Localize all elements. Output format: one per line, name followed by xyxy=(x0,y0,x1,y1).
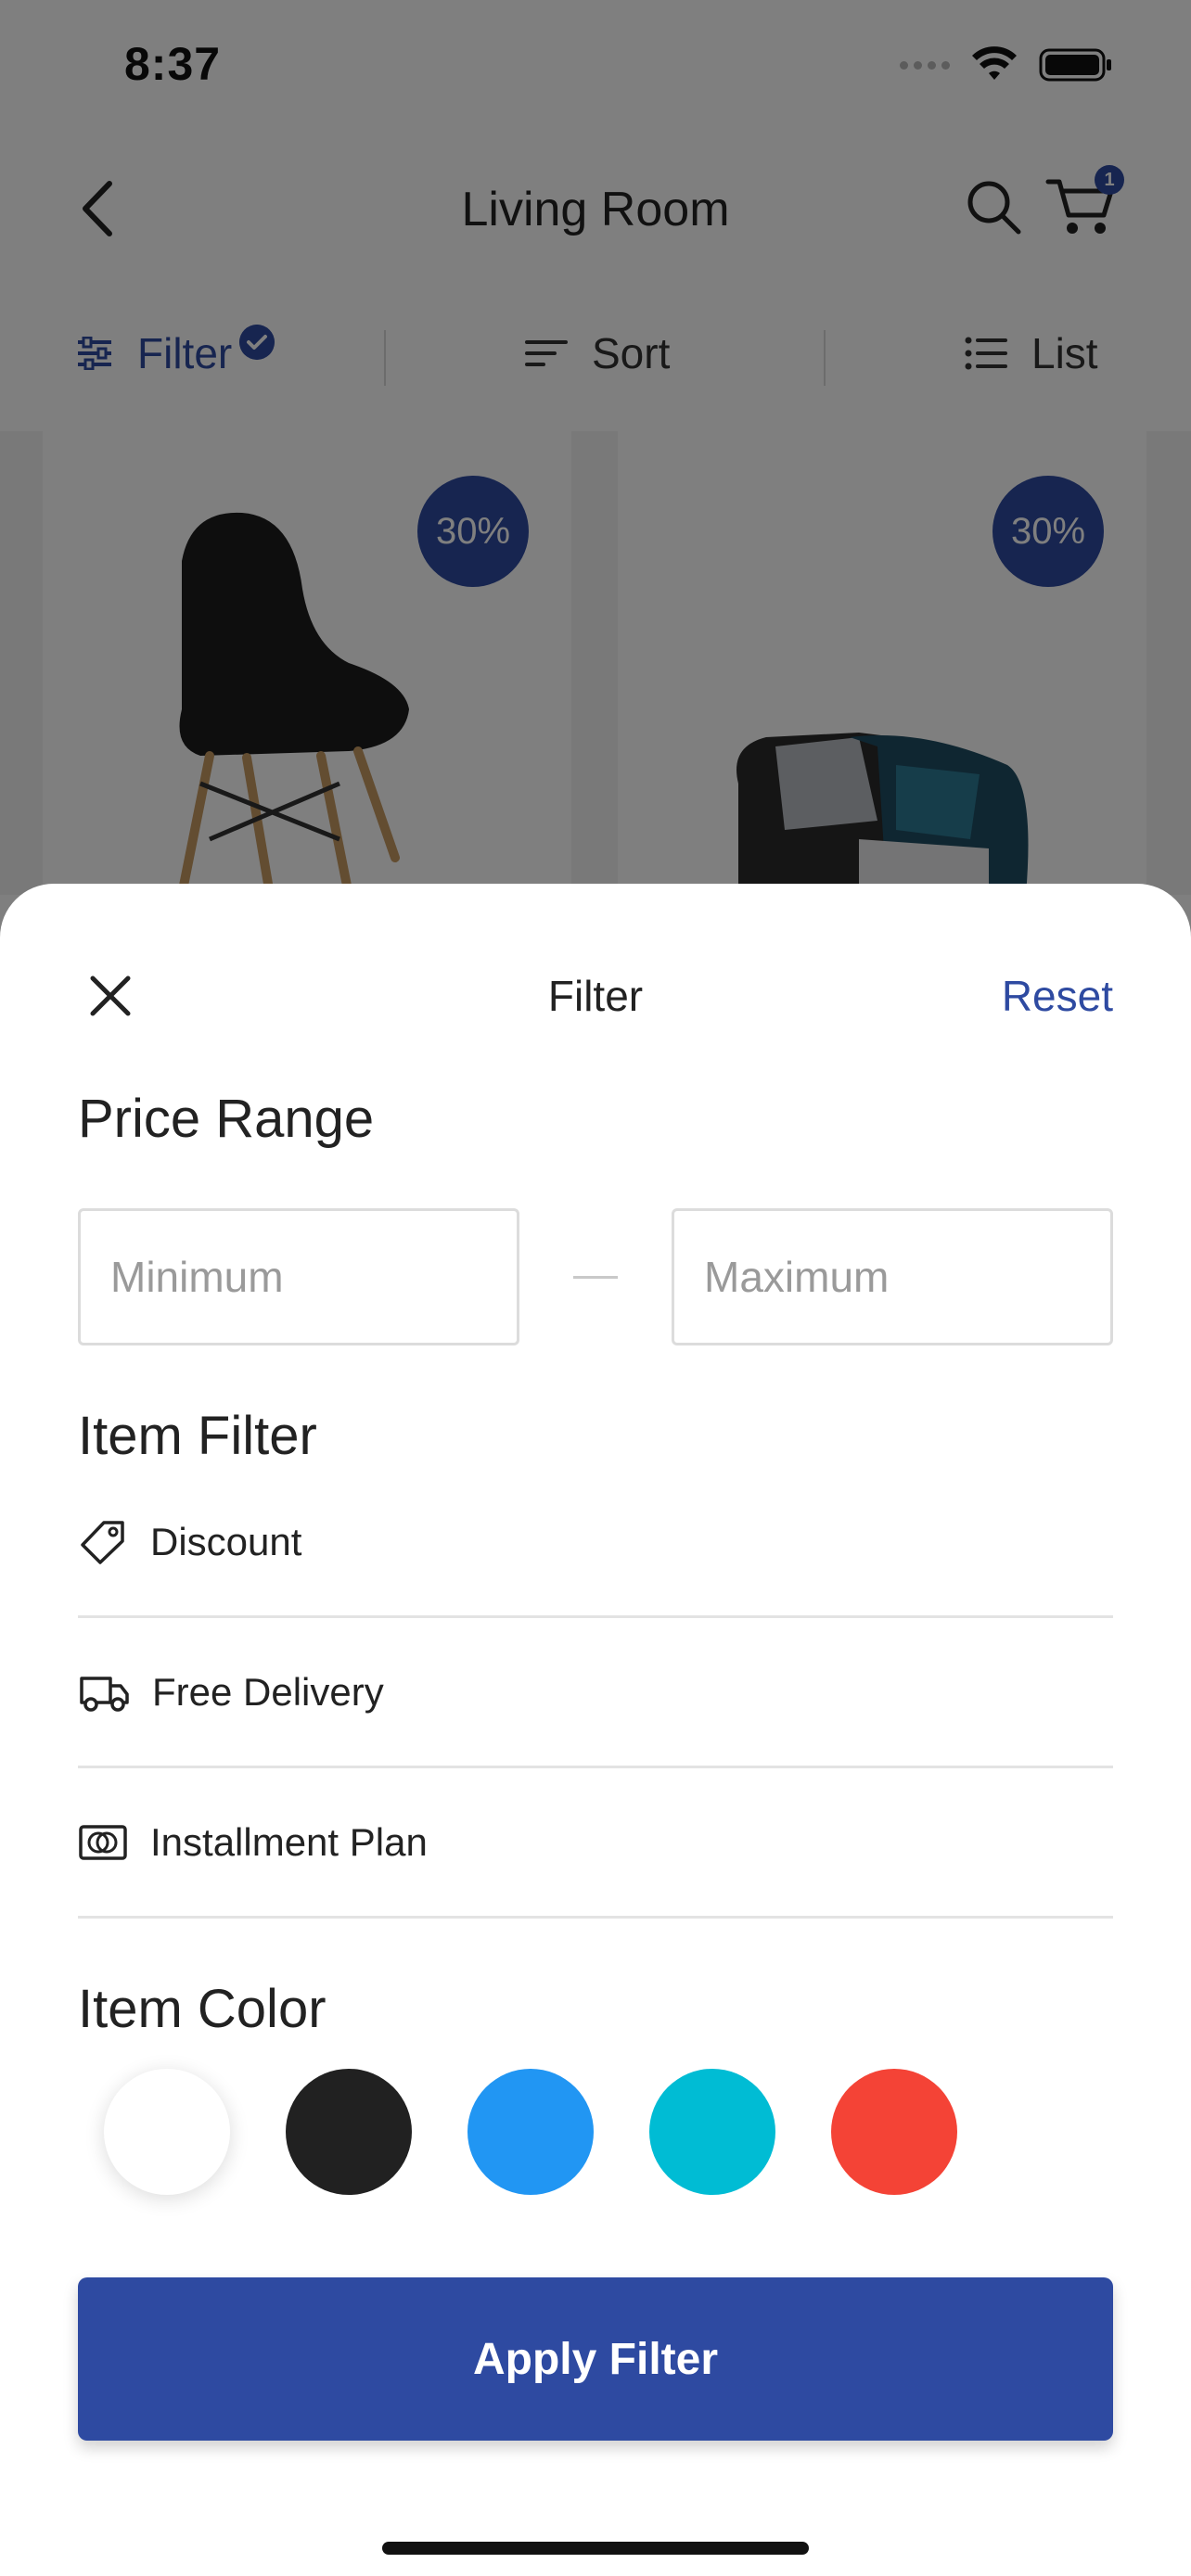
tag-icon xyxy=(81,1520,124,1564)
filter-option-installment-plan[interactable]: Installment Plan xyxy=(78,1768,1113,1919)
price-min-input[interactable] xyxy=(78,1208,519,1345)
color-swatches xyxy=(104,2069,957,2195)
price-max-input[interactable] xyxy=(672,1208,1113,1345)
item-color-title: Item Color xyxy=(78,1979,327,2039)
filter-option-label: Free Delivery xyxy=(152,1669,384,1714)
home-indicator xyxy=(382,2542,809,2555)
filter-sheet: Filter Reset Price Range Item Filter Dis… xyxy=(0,884,1191,2576)
price-range-dash xyxy=(573,1276,618,1279)
color-swatch-red[interactable] xyxy=(831,2069,957,2195)
truck-icon xyxy=(80,1676,129,1712)
filter-option-label: Discount xyxy=(150,1519,302,1563)
price-range-title: Price Range xyxy=(78,1089,375,1149)
filter-option-free-delivery[interactable]: Free Delivery xyxy=(78,1618,1113,1768)
apply-filter-button[interactable]: Apply Filter xyxy=(78,2277,1113,2441)
color-swatch-blue[interactable] xyxy=(467,2069,594,2195)
installment-icon xyxy=(79,1824,127,1860)
filter-option-label: Installment Plan xyxy=(150,1819,428,1864)
color-swatch-cyan[interactable] xyxy=(649,2069,775,2195)
reset-button[interactable]: Reset xyxy=(1002,971,1113,1021)
item-filter-title: Item Filter xyxy=(78,1406,317,1466)
color-swatch-white[interactable] xyxy=(104,2069,230,2195)
color-swatch-black[interactable] xyxy=(286,2069,412,2195)
filter-option-discount[interactable]: Discount xyxy=(78,1468,1113,1618)
